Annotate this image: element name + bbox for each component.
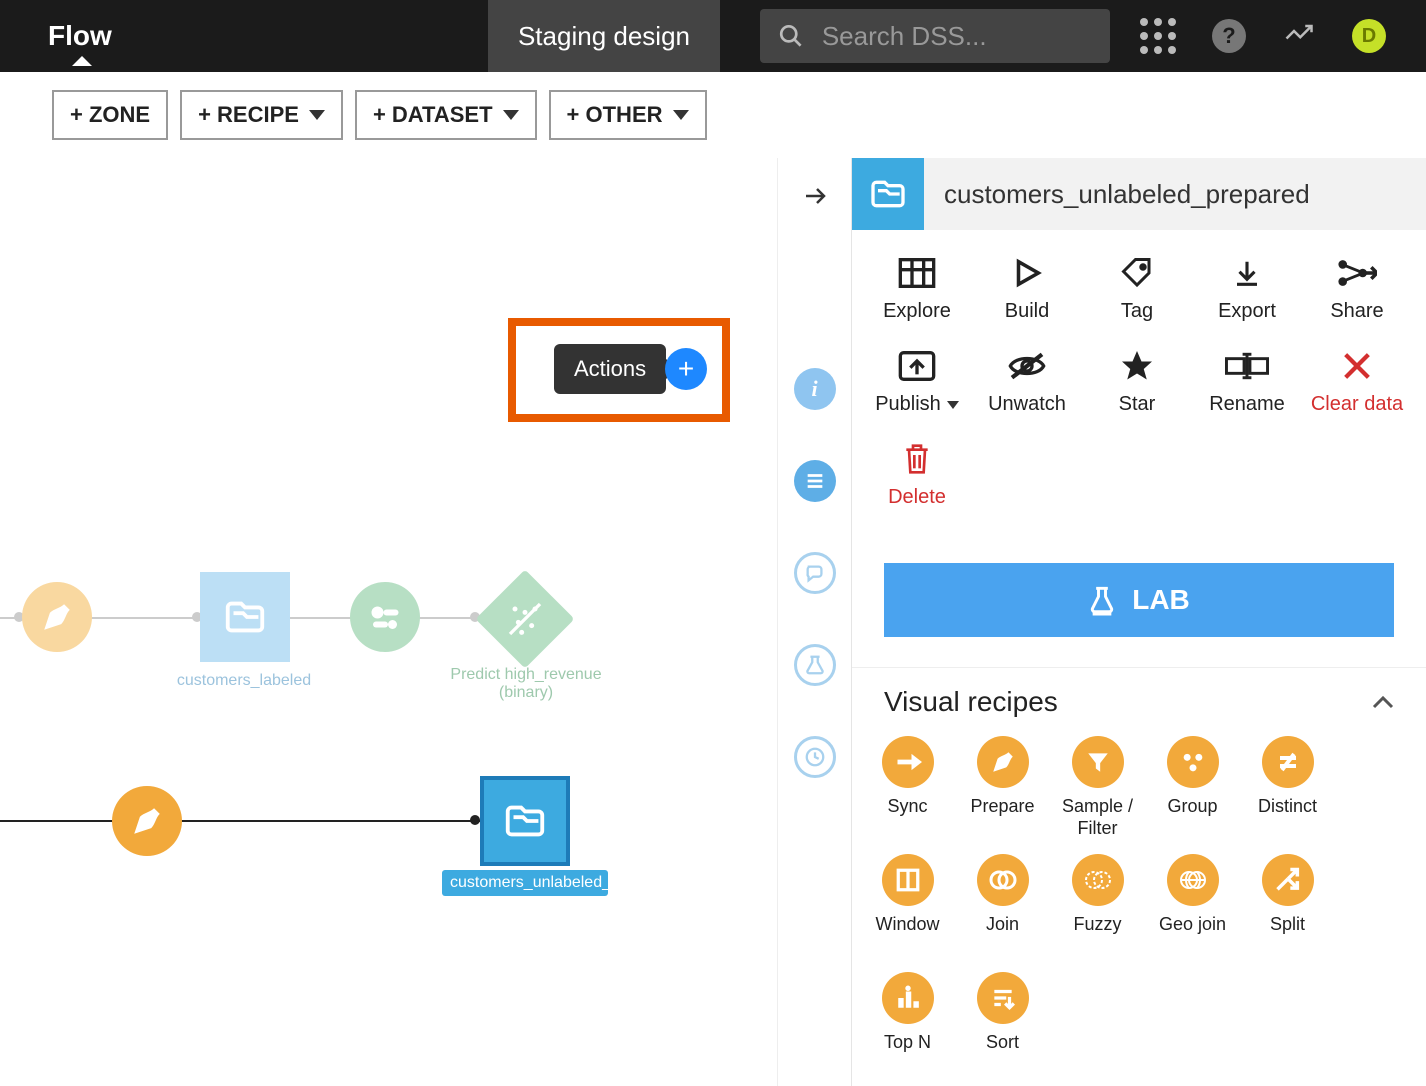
dataset-node-customers-unlabeled-prepared[interactable] xyxy=(480,776,570,866)
action-publish[interactable]: Publish xyxy=(862,347,972,416)
apps-grid-icon[interactable] xyxy=(1140,18,1176,54)
recipe-node-prepare-faded[interactable] xyxy=(22,582,92,652)
action-tag[interactable]: Tag xyxy=(1082,254,1192,323)
actions-plus-button[interactable]: + xyxy=(665,348,707,390)
panel-header: customers_unlabeled_prepared xyxy=(852,158,1426,230)
action-export[interactable]: Export xyxy=(1192,254,1302,323)
actions-tooltip: Actions xyxy=(554,344,666,394)
action-delete[interactable]: Delete xyxy=(862,440,972,509)
rail-list-icon[interactable] xyxy=(794,460,836,502)
action-unwatch[interactable]: Unwatch xyxy=(972,347,1082,416)
collapse-arrow-icon[interactable] xyxy=(799,184,831,208)
recipe-node-train[interactable] xyxy=(350,582,420,652)
recipe-fuzzy[interactable]: Fuzzy xyxy=(1050,854,1145,958)
action-build[interactable]: Build xyxy=(972,254,1082,323)
recipe-distinct[interactable]: Distinct xyxy=(1240,736,1335,840)
recipe-split[interactable]: Split xyxy=(1240,854,1335,958)
recipes-grid: Sync Prepare Sample / Filter Group Disti… xyxy=(852,722,1426,1086)
dataset-node-customers-labeled[interactable] xyxy=(200,572,290,662)
action-explore[interactable]: Explore xyxy=(862,254,972,323)
help-icon[interactable]: ? xyxy=(1212,19,1246,53)
add-dataset-button[interactable]: + DATASET xyxy=(355,90,537,140)
recipe-sync[interactable]: Sync xyxy=(860,736,955,840)
nav-staging-design[interactable]: Staging design xyxy=(488,0,720,72)
recipe-sample-filter[interactable]: Sample / Filter xyxy=(1050,736,1145,840)
caret-down-icon xyxy=(673,110,689,120)
visual-recipes-header[interactable]: Visual recipes xyxy=(852,667,1426,722)
flow-canvas[interactable]: Actions + customers_labeled Predict high… xyxy=(0,158,777,1086)
side-rail: i xyxy=(777,158,851,1086)
flow-toolbar: + ZONE + RECIPE + DATASET + OTHER xyxy=(0,72,1426,158)
action-star[interactable]: Star xyxy=(1082,347,1192,416)
action-rename[interactable]: Rename xyxy=(1192,347,1302,416)
add-recipe-button[interactable]: + RECIPE xyxy=(180,90,343,140)
recipe-geo-join[interactable]: Geo join xyxy=(1145,854,1240,958)
recipe-top-n[interactable]: Top N xyxy=(860,972,955,1076)
node-label: Predict high_revenue (binary) xyxy=(436,666,616,702)
recipe-node-prepare[interactable] xyxy=(112,786,182,856)
search-icon xyxy=(778,21,804,51)
avatar[interactable]: D xyxy=(1352,19,1386,53)
rail-discuss-icon[interactable] xyxy=(794,552,836,594)
node-label-selected: customers_unlabeled_prepared xyxy=(442,870,608,896)
nav-flow[interactable]: Flow xyxy=(0,20,160,52)
dataset-icon xyxy=(852,158,924,230)
panel-title: customers_unlabeled_prepared xyxy=(924,179,1310,210)
action-share[interactable]: Share xyxy=(1302,254,1412,323)
search-container xyxy=(760,9,1110,63)
recipe-join[interactable]: Join xyxy=(955,854,1050,958)
recipe-group[interactable]: Group xyxy=(1145,736,1240,840)
recipe-window[interactable]: Window xyxy=(860,854,955,958)
add-other-button[interactable]: + OTHER xyxy=(549,90,707,140)
add-zone-button[interactable]: + ZONE xyxy=(52,90,168,140)
activity-icon[interactable] xyxy=(1282,21,1316,51)
node-label: customers_labeled xyxy=(154,672,334,690)
rail-info-icon[interactable]: i xyxy=(794,368,836,410)
model-node-predict[interactable] xyxy=(476,570,575,669)
rail-history-icon[interactable] xyxy=(794,736,836,778)
recipe-sort[interactable]: Sort xyxy=(955,972,1050,1076)
caret-down-icon xyxy=(947,401,959,409)
caret-down-icon xyxy=(309,110,325,120)
rail-lab-icon[interactable] xyxy=(794,644,836,686)
chevron-up-icon xyxy=(1372,695,1394,709)
topbar: Flow Staging design ? D xyxy=(0,0,1426,72)
lab-button[interactable]: LAB xyxy=(884,563,1394,637)
search-input[interactable] xyxy=(822,21,1092,52)
action-clear-data[interactable]: Clear data xyxy=(1302,347,1412,416)
lab-icon xyxy=(1088,584,1116,616)
caret-down-icon xyxy=(503,110,519,120)
actions-grid: Explore Build Tag Export Share Publish xyxy=(852,230,1426,545)
recipe-prepare[interactable]: Prepare xyxy=(955,736,1050,840)
right-panel: customers_unlabeled_prepared Explore Bui… xyxy=(851,158,1426,1086)
